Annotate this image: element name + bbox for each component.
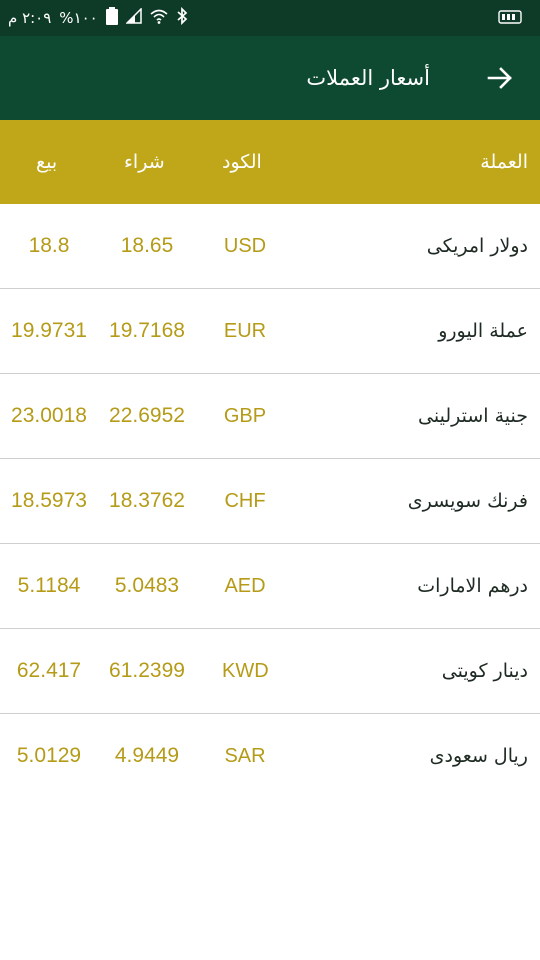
sell-price: 5.0129 (16, 744, 82, 767)
battery-icon (105, 7, 118, 29)
currency-list: دولار امريكى USD 18.65 18.8 عملة اليورو … (0, 204, 540, 798)
signal-icon (124, 7, 142, 28)
currency-code: GBP (223, 405, 267, 427)
sell-price: 5.1184 (17, 574, 81, 597)
buy-price: 22.6952 (109, 404, 185, 427)
currency-name: دولار امريكى (426, 235, 528, 257)
currency-code: USD (223, 235, 267, 257)
app-toolbar: أسعار العملات (0, 36, 540, 120)
currency-name: ريال سعودى (429, 745, 528, 767)
buy-price: 5.0483 (114, 574, 180, 597)
currency-code: EUR (223, 320, 267, 342)
header-buy: شراء (124, 151, 165, 173)
header-currency: العملة (480, 151, 528, 173)
currency-name: عملة اليورو (438, 320, 528, 342)
currency-code: KWD (222, 660, 269, 682)
bluetooth-icon (176, 6, 188, 29)
sell-price: 19.9731 (11, 319, 87, 342)
currency-row[interactable]: جنية استرلينى GBP 22.6952 23.0018 (0, 374, 540, 459)
buy-price: 61.2399 (109, 659, 185, 682)
currency-row[interactable]: درهم الامارات AED 5.0483 5.1184 (0, 544, 540, 629)
currency-code: CHF (224, 490, 266, 512)
currency-name: درهم الامارات (417, 575, 528, 597)
back-button[interactable] (480, 58, 520, 98)
currency-name: جنية استرلينى (418, 405, 528, 427)
battery-percent: %١٠٠ (59, 9, 98, 27)
currency-name: دينار كويتى (441, 660, 528, 682)
status-bar: ٢:٠٩ م %١٠٠ (0, 0, 540, 36)
sell-price: 23.0018 (11, 404, 87, 427)
currency-row[interactable]: دينار كويتى KWD 61.2399 62.417 (0, 629, 540, 714)
currency-code: AED (224, 575, 266, 597)
arrow-right-icon (487, 67, 512, 89)
status-right-group (498, 0, 522, 36)
storage-icon (498, 9, 522, 28)
wifi-icon (150, 8, 168, 28)
buy-price: 18.65 (120, 234, 174, 257)
currency-name: فرنك سويسرى (407, 490, 528, 512)
buy-price: 18.3762 (109, 489, 185, 512)
sell-price: 62.417 (16, 659, 82, 682)
currency-row[interactable]: دولار امريكى USD 18.65 18.8 (0, 204, 540, 289)
currency-row[interactable]: عملة اليورو EUR 19.7168 19.9731 (0, 289, 540, 374)
currency-code: SAR (224, 745, 266, 767)
page-title: أسعار العملات (306, 66, 430, 90)
header-sell: بيع (36, 151, 58, 173)
status-time: ٢:٠٩ م (8, 9, 52, 27)
table-header: العملة الكود شراء بيع (0, 120, 540, 204)
currency-row[interactable]: فرنك سويسرى CHF 18.3762 18.5973 (0, 459, 540, 544)
buy-price: 4.9449 (114, 744, 180, 767)
sell-price: 18.5973 (11, 489, 87, 512)
status-left-group: ٢:٠٩ م %١٠٠ (8, 0, 188, 36)
header-code: الكود (222, 151, 262, 173)
currency-row[interactable]: ريال سعودى SAR 4.9449 5.0129 (0, 714, 540, 798)
buy-price: 19.7168 (109, 319, 185, 342)
sell-price: 18.8 (28, 234, 70, 257)
